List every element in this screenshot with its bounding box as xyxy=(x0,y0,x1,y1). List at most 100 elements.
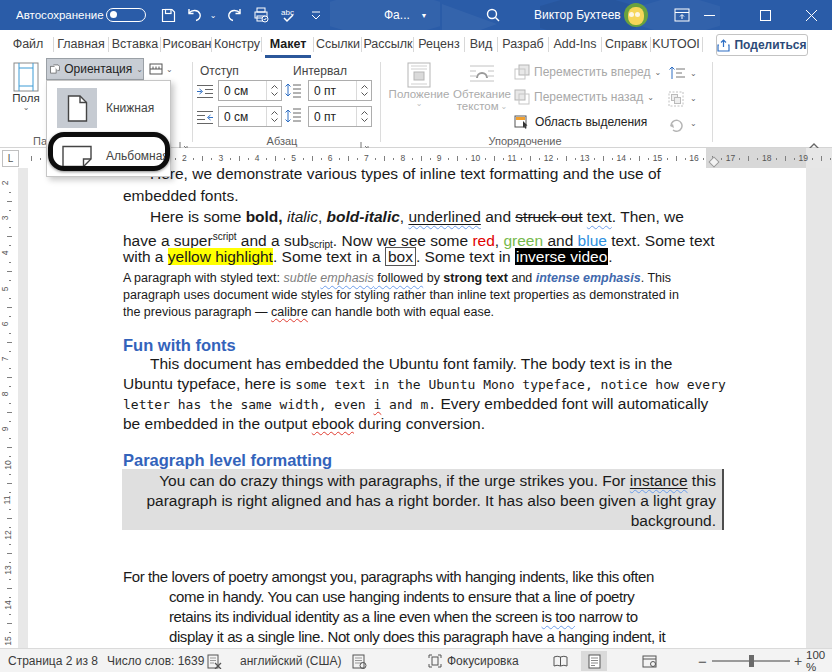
paragraph-5-line-2: come in handy. You can use hanging inden… xyxy=(169,587,634,607)
read-mode-button[interactable] xyxy=(547,651,573,671)
print-icon[interactable] xyxy=(251,5,271,25)
zoom-in-button[interactable]: + xyxy=(794,649,802,672)
text-wrap-icon xyxy=(468,62,496,88)
paragraph-5-line-4: display it as a single line. Not only do… xyxy=(169,627,665,647)
vertical-ruler[interactable]: 23456789101112131415 xyxy=(0,168,18,648)
proofing-errors-icon[interactable] xyxy=(207,649,222,672)
gray-paragraph-line-3: background. xyxy=(631,511,716,531)
paragraph-4-line-3: letter has the same width, even i and m.… xyxy=(123,394,708,415)
document-title[interactable]: Фа... xyxy=(384,0,410,30)
title-bar: Автосохранение ⌄ abc Фа... ▼ Виктор Бухт… xyxy=(0,0,832,30)
position-button[interactable]: Положение ⌄ xyxy=(390,62,448,107)
indent-left-icon xyxy=(196,84,214,98)
word-application-window: Автосохранение ⌄ abc Фа... ▼ Виктор Бухт… xyxy=(0,0,832,672)
paragraph-1-line-1: Here, we demonstrate various types of in… xyxy=(150,168,661,184)
indent-left-input[interactable]: 0 см xyxy=(218,80,282,101)
undo-dropdown-icon[interactable]: ⌄ xyxy=(203,5,223,25)
focus-icon xyxy=(428,654,442,668)
tab-design[interactable]: Констру xyxy=(213,30,261,58)
tab-layout[interactable]: Макет xyxy=(263,30,313,58)
redo-icon[interactable] xyxy=(224,5,244,25)
tab-references[interactable]: Ссылки xyxy=(315,30,361,58)
paragraph-1-line-2: embedded fonts. xyxy=(123,186,238,206)
share-button[interactable]: Поделиться xyxy=(716,34,808,56)
word-count[interactable]: Число слов: 1639 xyxy=(107,649,204,672)
send-backward-icon xyxy=(514,89,530,105)
zoom-level[interactable]: 100 % xyxy=(806,649,832,672)
web-layout-button[interactable] xyxy=(636,651,662,671)
annotation-ring xyxy=(48,132,170,171)
ribbon-tab-row: Файл Главная Вставка Рисован Констру Мак… xyxy=(0,30,832,58)
tab-developer[interactable]: Разраб xyxy=(499,30,547,58)
paragraph-4-line-4: be embedded in the output ebook during c… xyxy=(123,414,485,434)
margins-button[interactable]: Поля ⌄ xyxy=(8,62,44,111)
heading-paragraph-level-formatting: Paragraph level formatting xyxy=(123,451,332,470)
title-dropdown-icon[interactable]: ▼ xyxy=(414,5,434,25)
selection-pane-button[interactable]: Область выделения xyxy=(514,114,647,130)
print-layout-button[interactable] xyxy=(581,651,607,671)
indent-right-input[interactable]: 0 см xyxy=(218,106,282,127)
tab-help[interactable]: Справк xyxy=(603,30,649,58)
portrait-page-icon xyxy=(67,95,88,122)
spacing-before-input[interactable]: 0 пт xyxy=(308,80,372,101)
paragraph-3-line-2: paragraph uses document wide styles for … xyxy=(123,287,679,304)
language-indicator[interactable]: английский (США) xyxy=(240,649,341,672)
tab-file[interactable]: Файл xyxy=(8,30,48,58)
paragraph-2-line-3: with a yellow highlight. Some text in a … xyxy=(123,247,613,267)
tab-home[interactable]: Главная xyxy=(55,30,107,58)
paragraph-3-line-3: the previous paragraph — calibre can han… xyxy=(123,304,494,321)
heading-fun-with-fonts: Fun with fonts xyxy=(123,336,236,355)
spacing-after-icon xyxy=(284,108,302,124)
minimize-button[interactable] xyxy=(686,0,732,30)
tab-draw[interactable]: Рисован xyxy=(162,30,212,58)
zoom-out-button[interactable]: − xyxy=(698,649,707,672)
indent-label: Отступ xyxy=(200,64,239,78)
status-bar: Страница 2 из 8 Число слов: 1639 английс… xyxy=(0,648,832,672)
position-icon xyxy=(406,62,432,88)
tab-addins[interactable]: Add-Ins xyxy=(550,30,600,58)
undo-icon[interactable] xyxy=(185,5,205,25)
indent-right-icon xyxy=(196,110,214,124)
autosave-toggle[interactable] xyxy=(106,8,146,22)
paragraph-4-line-1: This document has embedded the Ubuntu fo… xyxy=(150,354,672,374)
focus-mode[interactable]: Фокусировка xyxy=(428,649,519,672)
paragraph-2-line-1: Here is some bold, italic, bold-italic, … xyxy=(150,207,684,227)
selection-pane-icon xyxy=(514,114,531,130)
document-page[interactable]: Here, we demonstrate various types of in… xyxy=(28,168,806,648)
gray-paragraph-line-2: paragraph is right aligned and has a rig… xyxy=(146,491,716,511)
gray-paragraph-line-1: You can do crazy things with paragraphs,… xyxy=(159,471,716,491)
spacing-label: Интервал xyxy=(293,64,347,78)
tab-insert[interactable]: Вставка xyxy=(110,30,160,58)
tab-view[interactable]: Вид xyxy=(466,30,496,58)
orientation-option-portrait[interactable]: Книжная xyxy=(47,85,170,131)
bring-forward-button[interactable]: Переместить вперед⌄ xyxy=(514,64,661,80)
spellcheck-icon[interactable]: abc xyxy=(279,5,299,25)
tab-selector[interactable]: L xyxy=(2,150,19,167)
group-page-setup-label: Па xyxy=(33,135,47,147)
send-backward-button[interactable]: Переместить назад⌄ xyxy=(514,89,654,105)
vertical-scrollbar[interactable] xyxy=(806,168,832,648)
save-icon[interactable] xyxy=(158,5,178,25)
spacing-after-input[interactable]: 0 пт xyxy=(308,106,372,127)
size-icon xyxy=(148,62,164,76)
search-icon[interactable] xyxy=(483,5,503,25)
tab-kutools[interactable]: KUTOOI xyxy=(652,30,700,58)
customize-qat-icon[interactable] xyxy=(306,5,326,25)
paragraph-3-line-1: A paragraph with styled text: subtle emp… xyxy=(123,270,671,287)
text-wrap-button[interactable]: Обтекание текстом⌄ xyxy=(452,62,512,112)
margins-icon xyxy=(13,62,39,92)
maximize-button[interactable] xyxy=(742,0,788,30)
orientation-icon xyxy=(50,62,60,76)
zoom-slider-thumb[interactable] xyxy=(749,655,754,667)
group-objects-icon xyxy=(668,91,684,107)
user-avatar[interactable] xyxy=(624,3,648,27)
orientation-button[interactable]: Ориентация ⌄ xyxy=(46,58,144,80)
tab-review[interactable]: Реценз xyxy=(415,30,463,58)
page-indicator[interactable]: Страница 2 из 8 xyxy=(8,649,98,672)
size-button[interactable]: ⌄ xyxy=(148,58,178,80)
group-arrange-label: Упорядочение xyxy=(480,135,570,147)
macro-icon[interactable] xyxy=(352,649,367,672)
close-button[interactable] xyxy=(790,0,832,30)
user-name[interactable]: Виктор Бухтеев xyxy=(534,0,621,30)
tab-mailings[interactable]: Рассылк xyxy=(363,30,413,58)
